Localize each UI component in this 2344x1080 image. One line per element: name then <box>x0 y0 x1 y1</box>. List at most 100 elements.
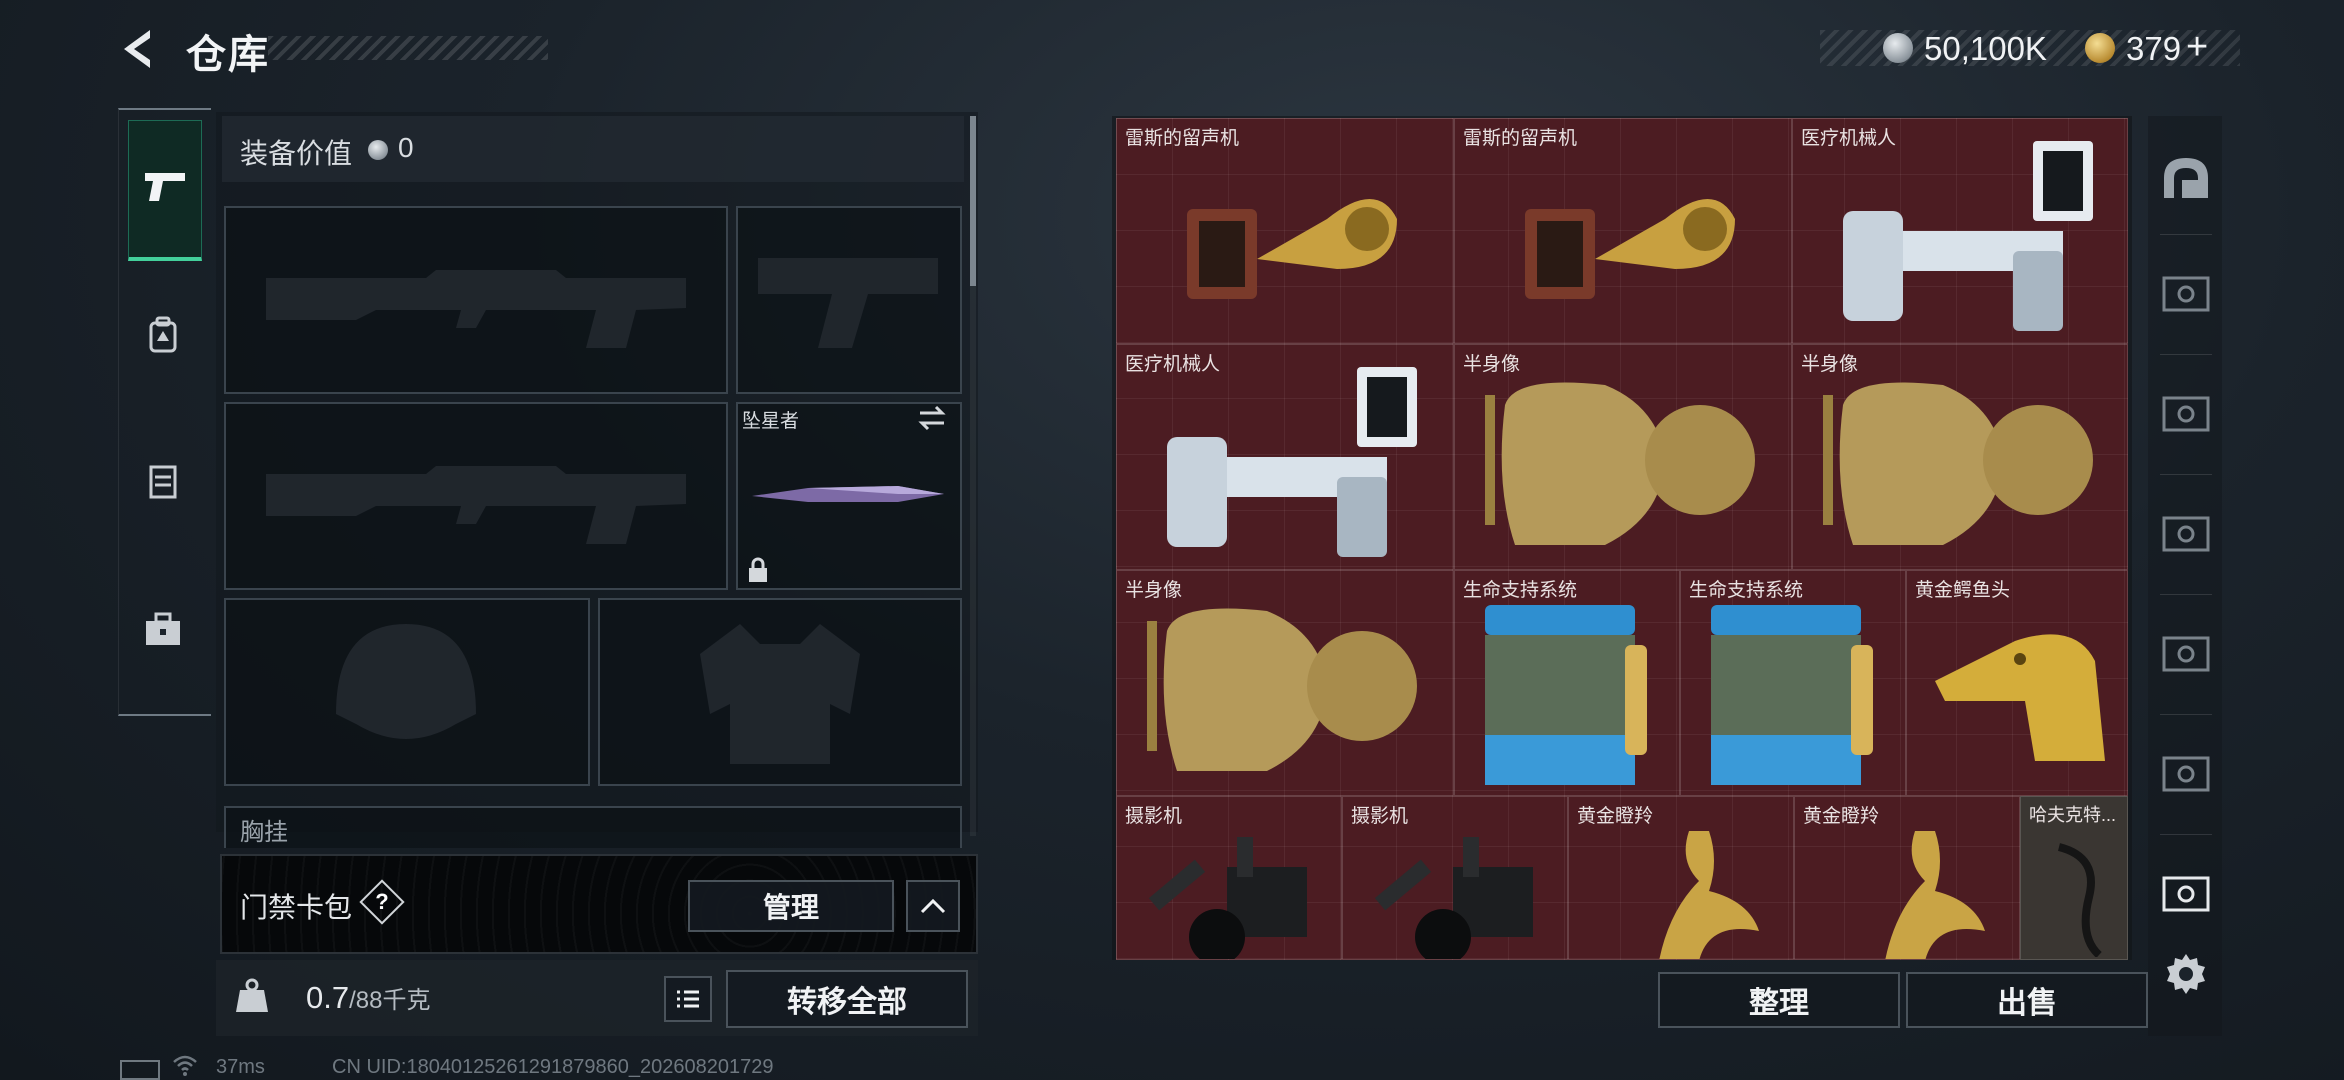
battery-icon <box>120 1060 160 1080</box>
golden-crocodile-head-icon <box>1935 634 2105 761</box>
collapse-button[interactable] <box>906 880 960 932</box>
storage-item[interactable]: 雷斯的留声机 <box>1116 118 1454 344</box>
add-currency-button[interactable]: + <box>2186 26 2208 69</box>
gramophone-icon <box>1525 199 1735 299</box>
storage-case-icon-active[interactable] <box>2156 864 2216 924</box>
storage-item[interactable]: 半身像 <box>1454 344 1792 570</box>
storage-item[interactable]: 半身像 <box>1116 570 1454 796</box>
storage-case-icon[interactable] <box>2156 264 2216 324</box>
loadout-scroll-thumb[interactable] <box>970 116 976 286</box>
page-title: 仓库 <box>186 33 270 77</box>
rail-divider <box>2160 594 2212 595</box>
life-support-system-icon <box>1485 605 1647 785</box>
medical-robot-icon <box>1167 367 1417 557</box>
rail-divider <box>2160 714 2212 715</box>
storage-item[interactable]: 医疗机械人 <box>1116 344 1454 570</box>
storage-case-icon[interactable] <box>2156 384 2216 444</box>
sell-button[interactable]: 出售 <box>1906 972 2148 1028</box>
tab-backpack[interactable] <box>128 300 198 370</box>
manage-button[interactable]: 管理 <box>688 880 894 932</box>
weight-icon <box>236 978 268 1012</box>
sort-button[interactable]: 整理 <box>1658 972 1900 1028</box>
silver-coin-icon <box>1883 33 1913 63</box>
rail-divider <box>2160 354 2212 355</box>
tab-weapons[interactable] <box>128 120 202 261</box>
rail-divider <box>2160 474 2212 475</box>
wifi-icon <box>173 1055 197 1076</box>
item-label: 黄金鳄鱼头 <box>1915 580 2011 601</box>
chevron-up-icon <box>920 898 946 914</box>
secondary-weapon-slot[interactable] <box>736 206 962 394</box>
back-icon[interactable] <box>112 24 162 74</box>
vault-icon[interactable] <box>2156 150 2216 210</box>
pistol-silhouette-icon <box>758 258 938 348</box>
haavk-item-icon <box>2057 843 2102 957</box>
storage-item[interactable]: 黄金瞪羚 <box>1794 796 2020 960</box>
storage-grid: 雷斯的留声机 雷斯的留声机 医疗机械人 医疗机械人 半身像 半身像 半身像 生命… <box>1116 118 2128 960</box>
storage-case-icon[interactable] <box>2156 744 2216 804</box>
storage-item[interactable]: 生命支持系统 <box>1454 570 1680 796</box>
storage-item[interactable]: 摄影机 <box>1342 796 1568 960</box>
star-blade-knife-icon <box>752 486 944 502</box>
armor-silhouette-icon <box>700 624 860 764</box>
rifle-silhouette-icon <box>266 466 686 544</box>
equipment-value-label: 装备价值 <box>240 138 353 169</box>
tab-vest[interactable] <box>128 446 198 516</box>
tab-supplies[interactable] <box>128 594 198 664</box>
title-decoration <box>268 36 548 60</box>
bust-statue-icon <box>1147 608 1417 771</box>
chest-rig-label: 胸挂 <box>240 819 288 846</box>
armor-slot[interactable] <box>598 598 962 786</box>
swap-icon[interactable] <box>916 404 948 432</box>
life-support-system-icon <box>1711 605 1873 785</box>
storage-item[interactable]: 医疗机械人 <box>1792 118 2128 344</box>
help-icon[interactable]: ? <box>366 886 398 918</box>
camera-icon <box>1374 837 1533 959</box>
list-view-button[interactable] <box>664 976 712 1022</box>
storage-case-icon[interactable] <box>2156 504 2216 564</box>
golden-gazelle-icon <box>1659 831 1759 959</box>
primary-weapon-slot-2[interactable] <box>224 402 728 590</box>
transfer-all-button[interactable]: 转移全部 <box>726 970 968 1028</box>
storage-case-icon[interactable] <box>2156 624 2216 684</box>
primary-weapon-slot[interactable] <box>224 206 728 394</box>
user-uid: CN UID:18040125261291879860_202608201729 <box>332 1056 774 1078</box>
lock-icon <box>749 557 767 582</box>
rail-divider <box>2160 234 2212 235</box>
value-coin-icon <box>368 140 388 160</box>
settings-gear-icon[interactable] <box>2162 950 2210 998</box>
weight-max: /88 <box>349 987 383 1014</box>
storage-item[interactable]: 半身像 <box>1792 344 2128 570</box>
storage-item[interactable]: 摄影机 <box>1116 796 1342 960</box>
storage-item[interactable]: 黄金鳄鱼头 <box>1906 570 2128 796</box>
item-label: 摄影机 <box>1125 806 1183 827</box>
item-label: 雷斯的留声机 <box>1463 128 1578 149</box>
item-label: 摄影机 <box>1351 806 1409 827</box>
weight-unit: 千克 <box>382 987 431 1014</box>
melee-item-label: 坠星者 <box>742 411 800 432</box>
toolbox-icon <box>146 612 180 645</box>
ping-readout: 37ms <box>216 1056 265 1078</box>
backpack-icon <box>149 316 177 353</box>
vest-icon <box>149 465 177 499</box>
item-label: 哈夫克特... <box>2029 805 2117 825</box>
bust-statue-icon <box>1485 382 1755 545</box>
storage-item[interactable]: 哈夫克特... <box>2020 796 2128 960</box>
weight-current: 0.7 <box>306 980 350 1015</box>
medical-robot-icon <box>1843 141 2093 331</box>
storage-item[interactable]: 黄金瞪羚 <box>1568 796 1794 960</box>
storage-item[interactable]: 生命支持系统 <box>1680 570 1906 796</box>
storage-item[interactable]: 雷斯的留声机 <box>1454 118 1792 344</box>
bust-statue-icon <box>1823 382 2093 545</box>
chest-rig-slot[interactable] <box>224 806 962 848</box>
item-label: 雷斯的留声机 <box>1125 128 1240 149</box>
gold-amount: 379 <box>2126 30 2182 67</box>
rail-divider <box>2160 834 2212 835</box>
keycard-label: 门禁卡包 <box>240 892 353 923</box>
equipment-value: 0 <box>398 132 414 163</box>
list-icon <box>677 990 699 1008</box>
helmet-slot[interactable] <box>224 598 590 786</box>
gold-coin-icon <box>2085 33 2115 63</box>
weight-readout: 0.7/88千克 <box>306 980 430 1016</box>
gramophone-icon <box>1187 199 1397 299</box>
